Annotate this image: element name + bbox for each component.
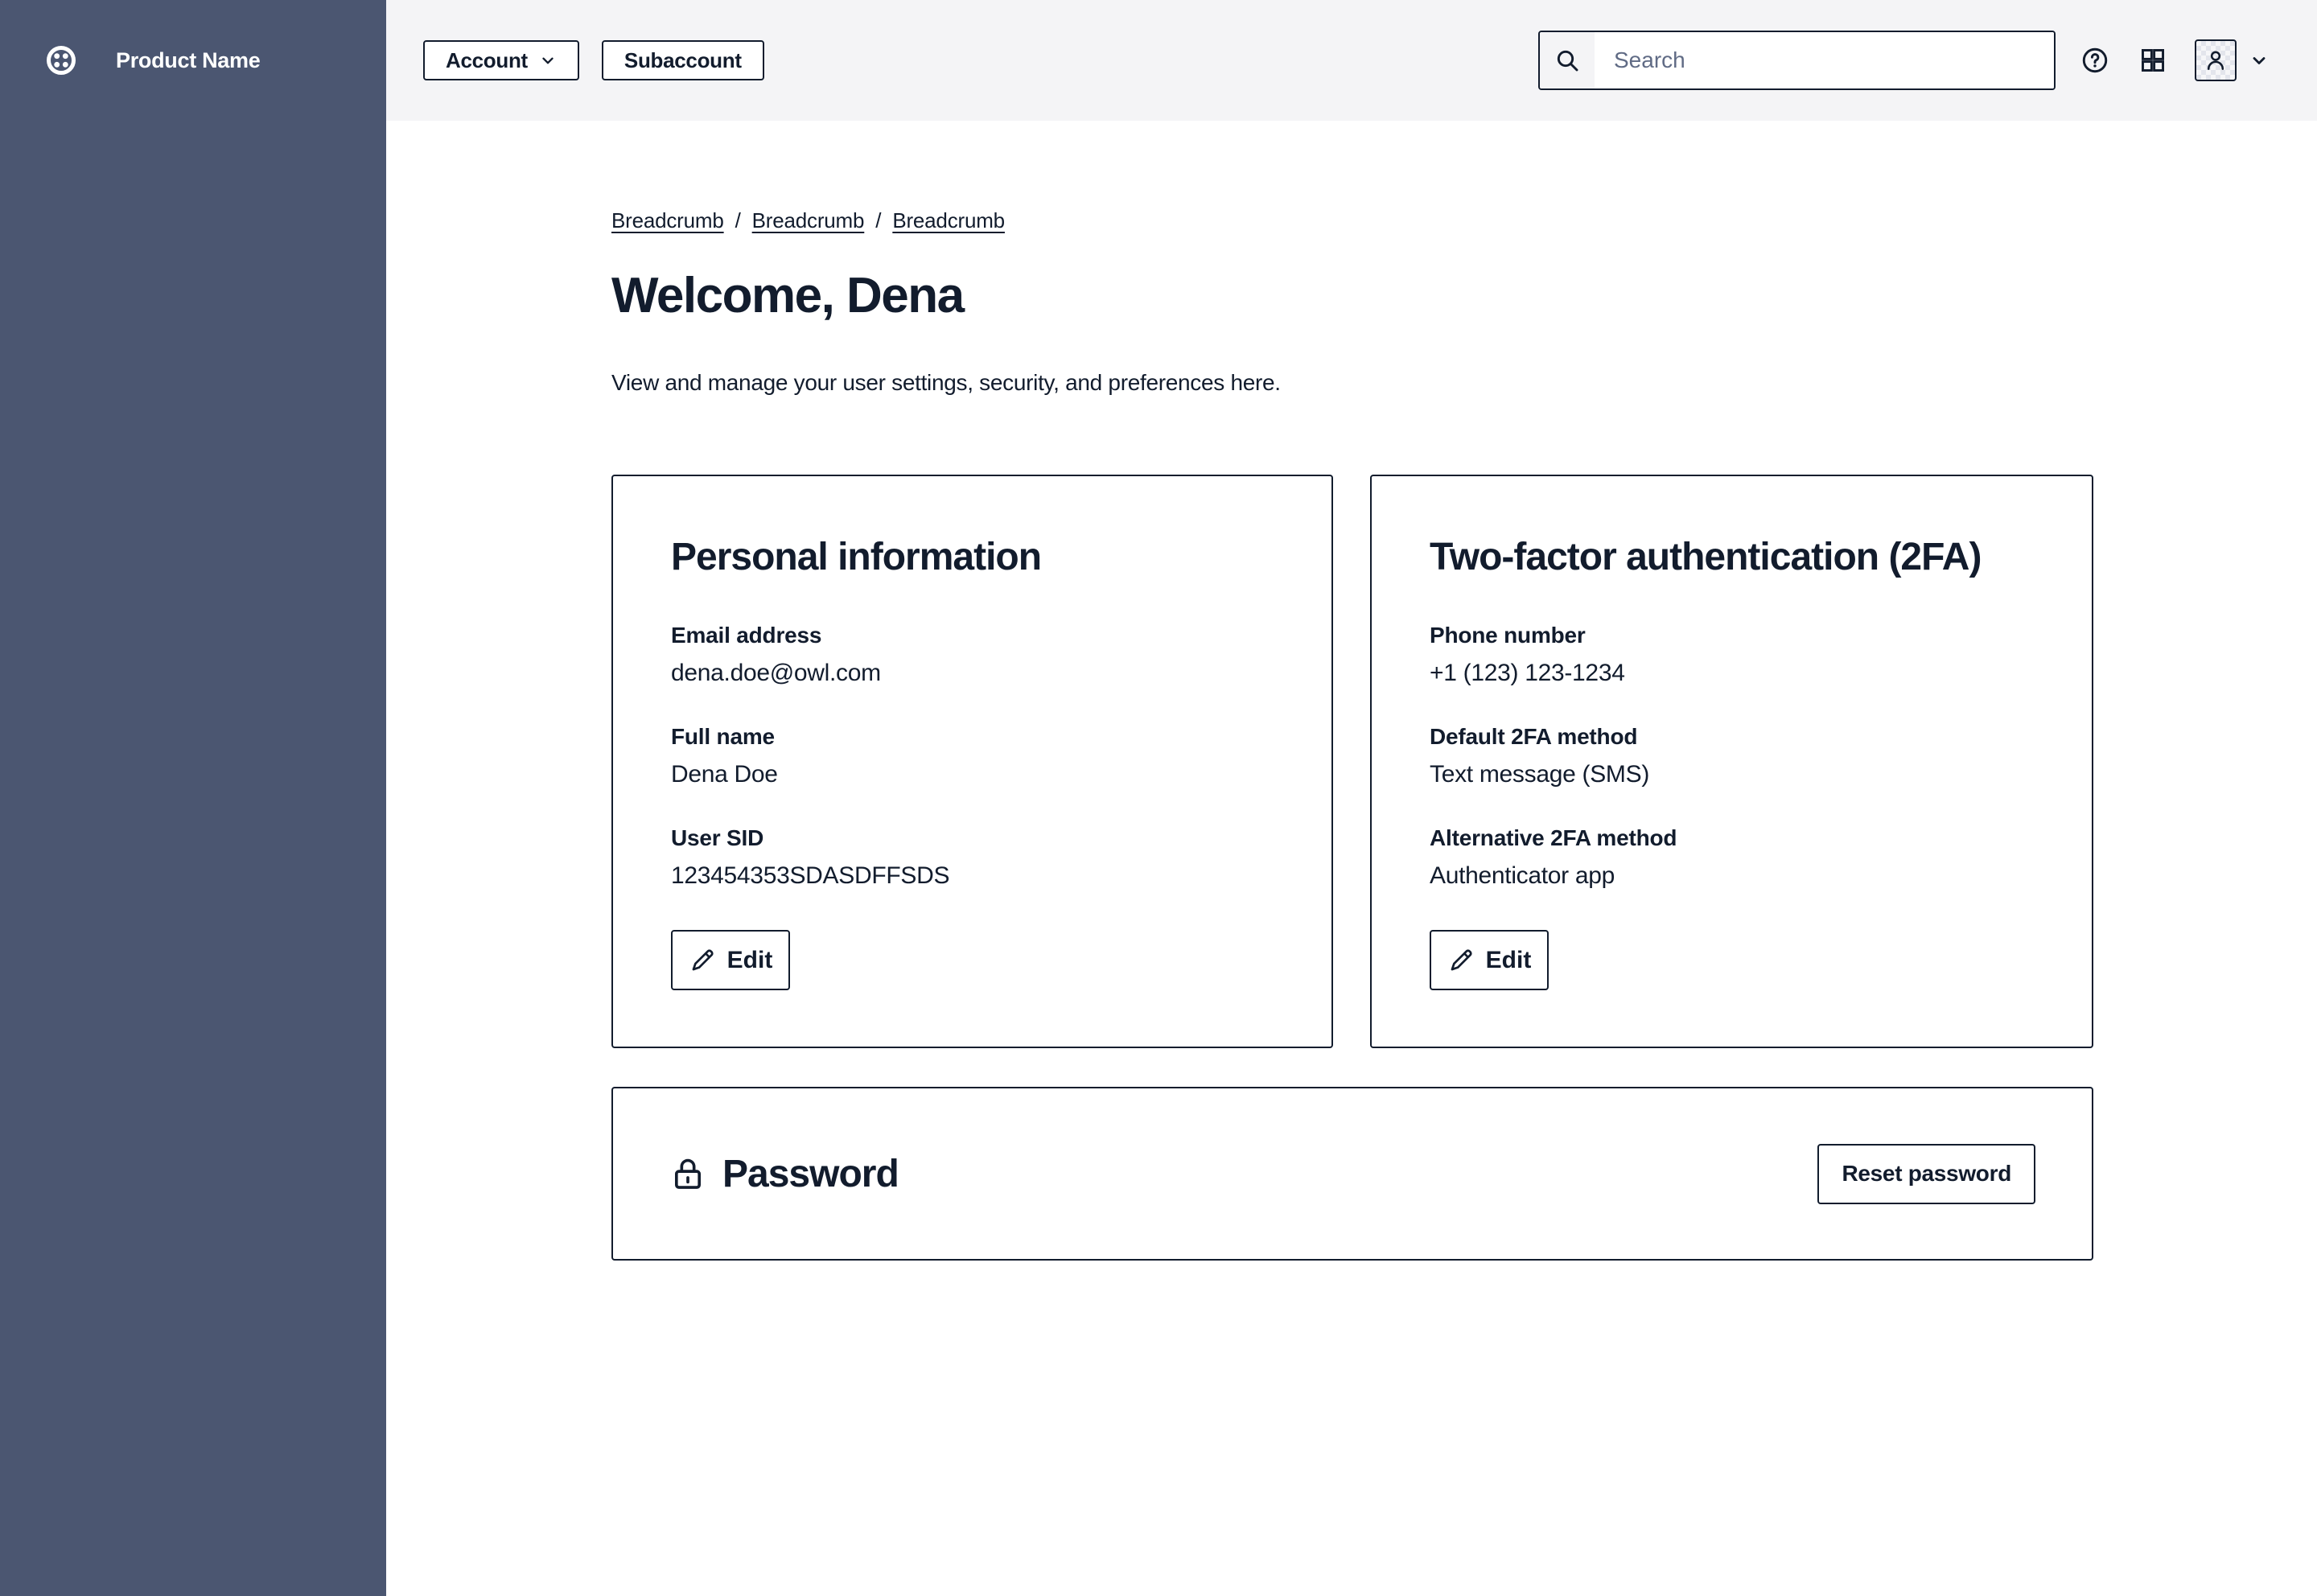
full-name-value: Dena Doe xyxy=(671,759,1274,790)
settings-cards-row: Personal information Email address dena.… xyxy=(611,475,2093,1048)
breadcrumb: Breadcrumb / Breadcrumb / Breadcrumb xyxy=(611,207,2093,234)
password-card-header: Password xyxy=(669,1152,899,1196)
subaccount-label: Subaccount xyxy=(624,48,742,73)
breadcrumb-link-2[interactable]: Breadcrumb xyxy=(752,208,865,232)
account-menu-button[interactable]: Account xyxy=(423,40,579,80)
pencil-icon xyxy=(1447,947,1475,974)
account-menu-label: Account xyxy=(446,48,528,73)
email-label: Email address xyxy=(671,621,1274,650)
chevron-down-icon xyxy=(2249,51,2269,70)
email-value: dena.doe@owl.com xyxy=(671,658,1274,689)
search-box[interactable] xyxy=(1538,31,2056,90)
edit-personal-information-button[interactable]: Edit xyxy=(671,930,790,990)
topbar: Account Subaccount xyxy=(386,0,2317,121)
breadcrumb-separator: / xyxy=(875,208,881,232)
breadcrumb-link-3[interactable]: Breadcrumb xyxy=(892,208,1005,232)
email-field-group: Email address dena.doe@owl.com xyxy=(671,621,1274,689)
full-name-label: Full name xyxy=(671,722,1274,751)
edit-button-label: Edit xyxy=(1486,947,1532,974)
user-icon xyxy=(2202,47,2229,74)
default-2fa-field-group: Default 2FA method Text message (SMS) xyxy=(1430,722,2034,790)
two-factor-authentication-card: Two-factor authentication (2FA) Phone nu… xyxy=(1370,475,2093,1048)
user-sid-value: 123454353SDASDFFSDS xyxy=(671,861,1274,891)
app-switcher-button[interactable] xyxy=(2140,47,2166,73)
full-name-field-group: Full name Dena Doe xyxy=(671,722,1274,790)
phone-number-label: Phone number xyxy=(1430,621,2034,650)
sidebar-header: Product Name xyxy=(0,0,386,121)
default-2fa-value: Text message (SMS) xyxy=(1430,759,2034,790)
product-name: Product Name xyxy=(116,48,260,73)
two-factor-title: Two-factor authentication (2FA) xyxy=(1430,533,2034,582)
breadcrumb-separator: / xyxy=(735,208,741,232)
page-subtitle: View and manage your user settings, secu… xyxy=(611,368,2093,398)
alternative-2fa-value: Authenticator app xyxy=(1430,861,2034,891)
subaccount-button[interactable]: Subaccount xyxy=(602,40,764,80)
help-button[interactable] xyxy=(2082,47,2108,73)
edit-two-factor-button[interactable]: Edit xyxy=(1430,930,1549,990)
phone-number-value: +1 (123) 123-1234 xyxy=(1430,658,2034,689)
main-content: Breadcrumb / Breadcrumb / Breadcrumb Welcome… xyxy=(386,121,2317,1596)
alternative-2fa-field-group: Alternative 2FA method Authenticator app xyxy=(1430,824,2034,891)
page-title: Welcome, Dena xyxy=(611,266,2093,326)
breadcrumb-link-1[interactable]: Breadcrumb xyxy=(611,208,724,232)
search-icon xyxy=(1540,32,1595,88)
phone-number-field-group: Phone number +1 (123) 123-1234 xyxy=(1430,621,2034,689)
reset-password-button[interactable]: Reset password xyxy=(1817,1144,2035,1204)
password-card: Password Reset password xyxy=(611,1087,2093,1261)
pencil-icon xyxy=(689,947,716,974)
edit-button-label: Edit xyxy=(727,947,773,974)
chevron-down-icon xyxy=(539,51,557,69)
user-menu-chevron-button[interactable] xyxy=(2249,51,2269,70)
sidebar: Product Name xyxy=(0,0,386,1596)
default-2fa-label: Default 2FA method xyxy=(1430,722,2034,751)
alternative-2fa-label: Alternative 2FA method xyxy=(1430,824,2034,853)
password-title: Password xyxy=(722,1152,899,1196)
user-sid-field-group: User SID 123454353SDASDFFSDS xyxy=(671,824,1274,891)
lock-icon xyxy=(669,1155,706,1192)
user-avatar-button[interactable] xyxy=(2195,39,2237,81)
personal-information-title: Personal information xyxy=(671,533,1274,582)
help-icon xyxy=(2082,47,2108,73)
product-logo-icon xyxy=(45,44,77,76)
app-grid-icon xyxy=(2140,47,2166,73)
search-input[interactable] xyxy=(1595,32,2054,88)
user-sid-label: User SID xyxy=(671,824,1274,853)
personal-information-card: Personal information Email address dena.… xyxy=(611,475,1333,1048)
